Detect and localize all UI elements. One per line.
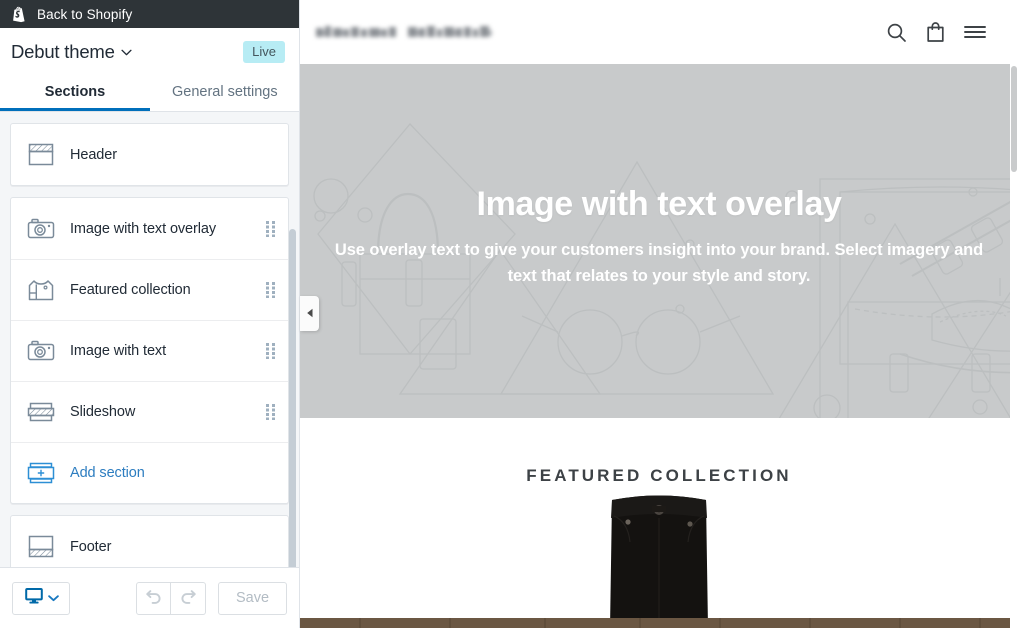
save-button[interactable]: Save [218,581,287,615]
theme-name-dropdown[interactable]: Debut theme [11,41,132,63]
theme-name-label: Debut theme [11,41,115,62]
preview-scrollbar[interactable] [1010,64,1018,628]
theme-selector-row: Debut theme Live [0,28,299,76]
camera-icon [24,336,60,366]
sidebar-tabs: Sections General settings [0,76,299,112]
back-to-shopify-bar[interactable]: Back to Shopify [0,0,299,28]
sidebar-item-label: Image with text [70,343,167,359]
product-grid [300,492,1018,628]
drag-handle-icon[interactable] [266,343,276,360]
storefront-header-icons [886,21,1000,43]
shopify-bag-icon [11,6,28,23]
drag-handle-icon[interactable] [266,282,276,299]
storefront-header [300,0,1018,64]
sidebar-item-image-with-text-overlay[interactable]: Image with text overlay [11,198,288,259]
featured-collection-section[interactable]: FEATURED COLLECTION [300,418,1018,628]
section-group-header: Header [10,123,289,186]
footer-section-icon [24,532,60,562]
floor-wood-strip [300,618,1018,628]
editor-sidebar: Back to Shopify Debut theme Live Section… [0,0,300,628]
sidebar-scrollbar[interactable] [289,226,296,567]
chevron-down-icon [121,49,132,56]
tab-sections[interactable]: Sections [0,76,150,111]
undo-button[interactable] [136,581,171,615]
status-badge: Live [243,41,285,63]
tab-general-settings[interactable]: General settings [150,76,300,111]
editor-bottom-toolbar: Save [0,567,299,628]
camera-icon [24,214,60,244]
hero-image-with-text-overlay[interactable]: Image with text overlay Use overlay text… [300,64,1018,418]
back-to-shopify-label: Back to Shopify [37,6,133,22]
add-section-icon [24,458,60,488]
header-section-icon [24,140,60,170]
section-group-body: Image with text overlay Featured collect… [10,197,289,504]
drag-handle-icon[interactable] [266,404,276,421]
shopping-bag-icon[interactable] [926,21,945,43]
sidebar-item-featured-collection[interactable]: Featured collection [11,259,288,320]
section-group-footer: Footer [10,515,289,567]
collapse-panel-icon [306,305,314,323]
hamburger-menu-icon[interactable] [964,24,986,40]
garment-icon [24,275,60,305]
undo-redo-group [136,581,206,615]
sidebar-item-slideshow[interactable]: Slideshow [11,381,288,442]
storefront-preview: Image with text overlay Use overlay text… [300,0,1018,628]
add-section-label: Add section [70,465,145,481]
hero-text-block: Image with text overlay Use overlay text… [300,185,1018,290]
chevron-down-icon [47,589,59,607]
sidebar-item-label: Image with text overlay [70,220,216,237]
redo-button[interactable] [171,581,206,615]
drag-handle-icon[interactable] [266,220,276,237]
sidebar-item-footer[interactable]: Footer [11,516,288,567]
theme-editor-app: Back to Shopify Debut theme Live Section… [0,0,1018,628]
hero-subtitle: Use overlay text to give your customers … [334,241,984,285]
slideshow-icon [24,397,60,427]
product-card[interactable] [604,492,714,628]
sidebar-item-label: Header [70,146,117,163]
device-selector-button[interactable] [12,581,70,615]
history-and-save-controls: Save [136,581,287,615]
preview-scrollbar-thumb[interactable] [1011,66,1017,172]
redo-arrow-icon [179,588,197,609]
sidebar-item-image-with-text[interactable]: Image with text [11,320,288,381]
hero-title: Image with text overlay [476,185,842,223]
add-section-button[interactable]: Add section [11,442,288,503]
sidebar-item-label: Slideshow [70,404,136,420]
search-icon[interactable] [886,22,907,43]
black-jeans-product-image [610,495,708,628]
sidebar-item-label: Featured collection [70,282,191,298]
sidebar-scrollbar-thumb[interactable] [289,229,296,567]
store-logo-blurred [316,24,512,40]
undo-arrow-icon [145,588,163,609]
sidebar-item-label: Footer [70,538,112,555]
sections-list: Header Image with text overlay Featured … [0,112,299,567]
featured-collection-heading: FEATURED COLLECTION [526,466,792,485]
desktop-icon [24,587,44,610]
collapse-sidebar-toggle[interactable] [300,296,319,331]
sidebar-item-header[interactable]: Header [11,124,288,185]
